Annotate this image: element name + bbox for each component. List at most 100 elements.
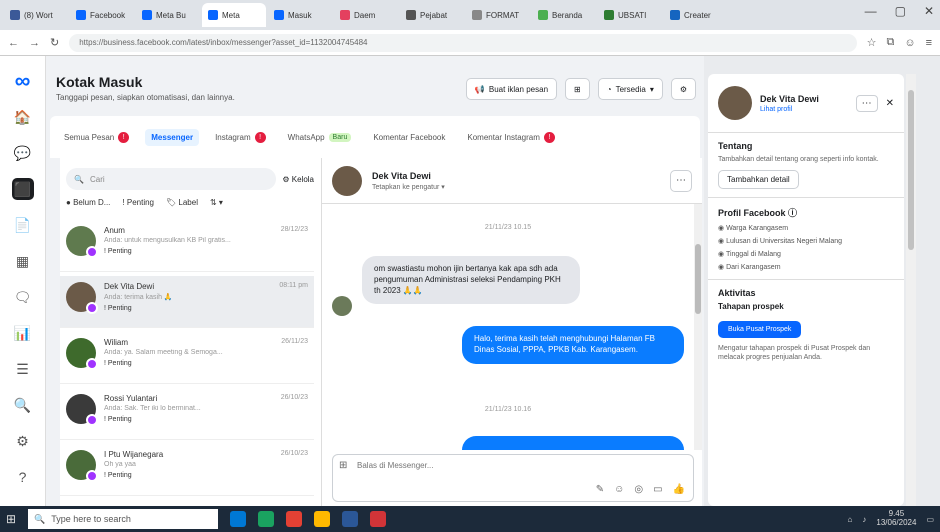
- browser-tab[interactable]: Daem: [334, 3, 398, 27]
- profile-icon[interactable]: ☺: [904, 37, 915, 49]
- contact-avatar-large[interactable]: [718, 86, 752, 120]
- forward-icon[interactable]: →: [29, 37, 40, 49]
- taskbar-app-icon[interactable]: [370, 511, 387, 527]
- browser-tab[interactable]: Facebook: [70, 3, 134, 27]
- channel-tab[interactable]: Komentar Facebook: [367, 129, 451, 146]
- more-icon[interactable]: ⋯: [855, 94, 878, 112]
- gif-icon[interactable]: ▭: [653, 484, 662, 495]
- browser-tab[interactable]: (8) Wort: [4, 3, 68, 27]
- availability-dropdown[interactable]: ◔ Tersedia ▾: [597, 78, 663, 100]
- sticker-icon[interactable]: ◎: [634, 484, 643, 495]
- meta-logo-icon[interactable]: ∞: [12, 68, 34, 93]
- channel-tab[interactable]: WhatsApp Baru: [282, 129, 358, 146]
- attach-icon[interactable]: ⊞: [339, 460, 347, 471]
- profile-detail-item: ◉ Dari Karangasem: [718, 263, 894, 271]
- channel-tab[interactable]: Messenger: [145, 128, 200, 146]
- conversation-item[interactable]: I Ptu Wijanegara 26/10/23 Oh ya yaa ! Pen…: [60, 444, 314, 496]
- filter-important-label: Penting: [126, 198, 154, 207]
- add-details-button[interactable]: Tambahkan detail: [718, 170, 799, 190]
- channel-tab[interactable]: Komentar Instagram!: [461, 128, 560, 147]
- like-icon[interactable]: 👍: [673, 484, 685, 495]
- tab-favicon-icon: [604, 10, 614, 20]
- channel-tab[interactable]: Semua Pesan!: [58, 128, 135, 147]
- taskbar-app-icon[interactable]: [230, 511, 247, 527]
- browser-tab[interactable]: Pejabat: [400, 3, 464, 27]
- browser-tab[interactable]: Beranda: [532, 3, 596, 27]
- help-icon[interactable]: ?: [12, 466, 34, 488]
- scroll-thumb[interactable]: [695, 244, 701, 314]
- search-input[interactable]: 🔍 Cari: [66, 168, 277, 190]
- browser-tab[interactable]: Meta: [202, 3, 266, 27]
- browser-tab[interactable]: Masuk: [268, 3, 332, 27]
- taskbar-search[interactable]: 🔍 Type here to search: [28, 509, 219, 529]
- left-rail: ∞ 🏠 💬 ⬛ 📄 ▦ 🗨 📊 ☰ 🔍 ⚙?: [0, 56, 46, 506]
- assign-dropdown[interactable]: Tetapkan ke pengatur ▾: [372, 183, 445, 191]
- create-ad-button[interactable]: 📢 Buat iklan pesan: [465, 78, 558, 100]
- activity-title: Aktivitas: [718, 288, 756, 299]
- page-icon[interactable]: 📄: [12, 214, 34, 236]
- taskbar-app-icon[interactable]: [342, 511, 359, 527]
- extensions-icon[interactable]: ⧉: [886, 36, 894, 49]
- manage-button[interactable]: ⚙ Kelola: [282, 175, 314, 184]
- taskbar-app-icon[interactable]: [258, 511, 275, 527]
- grid-icon[interactable]: ▦: [12, 250, 34, 272]
- inbox-icon[interactable]: ⬛: [11, 178, 34, 200]
- search-icon[interactable]: 🔍: [12, 394, 34, 416]
- page-scrollbar[interactable]: [906, 74, 916, 506]
- message-thread: 21/11/23 10.15 om swastiastu mohon ijin …: [322, 204, 694, 450]
- conversation-name: Anum: [104, 226, 125, 235]
- conversation-item[interactable]: Wiliam 26/11/23 Anda: ya. Salam meeting &…: [60, 332, 314, 384]
- message-input[interactable]: [357, 461, 657, 470]
- message-composer[interactable]: ⊞ ✎ ☺ ◎ ▭ 👍: [332, 454, 694, 502]
- conversation-item[interactable]: Rossi Yulantari 26/10/23 Anda: Sak. Ter i…: [60, 388, 314, 440]
- open-leads-center-button[interactable]: Buka Pusat Prospek: [718, 321, 802, 339]
- menu-icon[interactable]: ☰: [12, 358, 34, 380]
- header-actions: 📢 Buat iklan pesan ⊞ ◔ Tersedia ▾ ⚙: [465, 78, 696, 100]
- menu-icon[interactable]: ≡: [926, 37, 932, 49]
- emoji-icon[interactable]: ☺: [614, 484, 624, 495]
- about-text: Tambahkan detail tentang orang seperti i…: [718, 156, 879, 163]
- scroll-thumb[interactable]: [908, 90, 914, 250]
- sort-icon[interactable]: ⇅ ▾: [210, 198, 223, 207]
- windows-start-icon[interactable]: ⊞: [6, 512, 16, 526]
- browser-tab[interactable]: FORMAT: [466, 3, 530, 27]
- minimize-button[interactable]: —: [865, 4, 877, 18]
- more-options-button[interactable]: ⋯: [670, 169, 692, 192]
- browser-tab[interactable]: Creater: [664, 3, 728, 27]
- avatar: [66, 450, 98, 482]
- reload-icon[interactable]: ↻: [50, 36, 59, 49]
- home-icon[interactable]: 🏠: [12, 106, 34, 128]
- maximize-button[interactable]: ▢: [895, 4, 906, 18]
- insights-icon[interactable]: 📊: [12, 322, 34, 344]
- settings-button[interactable]: ⚙: [670, 78, 696, 100]
- chat-icon[interactable]: 💬: [12, 142, 34, 164]
- back-icon[interactable]: ←: [8, 37, 19, 49]
- browser-tab[interactable]: Meta Bu: [136, 3, 200, 27]
- favorite-icon[interactable]: ☆: [867, 36, 877, 49]
- conversation-item[interactable]: Dek Vita Dewi 08:11 pm Anda: terima kasih…: [60, 276, 314, 328]
- notification-icon[interactable]: ▭: [926, 515, 934, 524]
- close-icon[interactable]: ✕: [886, 98, 894, 109]
- url-field[interactable]: https://business.facebook.com/latest/inb…: [69, 33, 857, 52]
- taskbar-app-icon[interactable]: [314, 511, 331, 527]
- taskbar-app-icon[interactable]: [286, 511, 303, 527]
- filter-important[interactable]: ! Penting: [122, 198, 154, 207]
- view-profile-link[interactable]: Lihat profil: [760, 106, 819, 113]
- wifi-icon[interactable]: ⌂: [848, 515, 853, 524]
- chat-scrollbar[interactable]: [694, 204, 702, 450]
- browser-tab[interactable]: UBSATI: [598, 3, 662, 27]
- page-subtitle: Tanggapi pesan, siapkan otomatisasi, dan…: [56, 93, 235, 102]
- contact-avatar[interactable]: [332, 165, 362, 196]
- close-window-button[interactable]: ✕: [924, 4, 934, 18]
- notification-badge: !: [118, 131, 130, 143]
- timestamp: 21/11/23 10.16: [484, 406, 532, 413]
- settings-icon[interactable]: ⚙: [12, 430, 34, 452]
- filter-label[interactable]: 🏷 Label: [166, 198, 198, 207]
- comment-icon[interactable]: 🗨: [12, 286, 34, 308]
- clip-icon[interactable]: ✎: [596, 484, 604, 495]
- qr-button[interactable]: ⊞: [565, 78, 590, 100]
- channel-tab[interactable]: Instagram!: [209, 128, 272, 147]
- volume-icon[interactable]: ♪: [862, 515, 866, 524]
- filter-unread[interactable]: ● Belum D...: [66, 198, 110, 207]
- conversation-item[interactable]: Anum 28/12/23 Anda: untuk mengusulkan KB …: [60, 220, 314, 272]
